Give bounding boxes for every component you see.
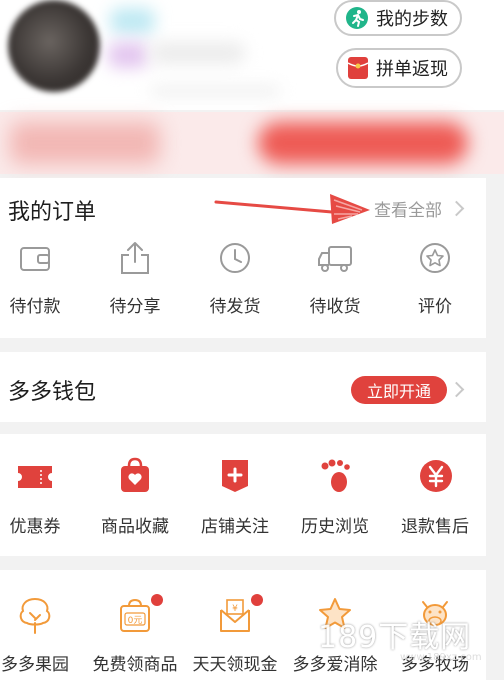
activity-item-label: 免费领商品	[92, 655, 178, 675]
orders-section: 我的订单 查看全部 待付款 待分享 待发货 待收货 评价	[0, 178, 486, 338]
profile-header: 我的步数 拼单返现	[0, 0, 504, 110]
running-person-icon	[346, 7, 368, 29]
order-item-label: 待发货	[209, 297, 261, 317]
order-item-pending-ship[interactable]: 待发货	[185, 240, 285, 320]
banner-text-blur	[10, 122, 160, 164]
clock-icon	[220, 243, 250, 273]
blurred-username	[110, 8, 155, 34]
activity-item-label: 天天领现金	[192, 655, 278, 675]
red-arrow-annotation	[214, 194, 370, 224]
refund-yen-icon	[420, 460, 452, 492]
review-star-icon	[420, 243, 450, 273]
notification-dot	[151, 594, 163, 606]
activate-wallet-button[interactable]: 立即开通	[351, 376, 447, 404]
service-item-label: 历史浏览	[301, 517, 369, 537]
view-all-label: 查看全部	[374, 201, 442, 221]
store-follow-icon	[222, 460, 248, 492]
cash-envelope-icon: ¥	[220, 599, 250, 632]
chevron-right-icon	[448, 200, 465, 217]
service-item-label: 商品收藏	[101, 517, 169, 537]
view-all-link[interactable]: 查看全部	[374, 196, 442, 221]
order-item-label: 评价	[418, 297, 452, 317]
order-item-pending-share[interactable]: 待分享	[85, 240, 185, 320]
promo-banner[interactable]	[0, 112, 504, 174]
order-item-pending-receive[interactable]: 待收货	[285, 240, 385, 320]
tree-icon	[19, 597, 51, 634]
free-goods-badge-text: 0元	[128, 616, 143, 626]
free-gift-bag-icon: 0元	[120, 598, 150, 632]
watermark: 189下载网	[318, 620, 472, 655]
activity-item-orchard[interactable]: 多多果园	[0, 596, 85, 680]
coupon-icon	[18, 466, 52, 488]
group-cashback-button[interactable]: 拼单返现	[336, 48, 462, 88]
order-item-label: 待收货	[309, 297, 361, 317]
order-item-label: 待付款	[9, 297, 61, 317]
my-steps-label: 我的步数	[376, 9, 448, 30]
order-item-label: 待分享	[109, 297, 161, 317]
blurred-badge	[108, 42, 148, 68]
wallet-icon	[20, 247, 50, 271]
footprint-icon	[321, 459, 350, 492]
group-cashback-label: 拼单返现	[376, 59, 448, 80]
favorite-bag-icon	[121, 457, 149, 492]
activity-item-free-goods[interactable]: 0元 免费领商品	[85, 594, 185, 680]
service-item-history[interactable]: 历史浏览	[285, 456, 385, 546]
order-item-pending-payment[interactable]: 待付款	[0, 240, 85, 320]
services-section: 优惠券 商品收藏 店铺关注 历史浏览 退款售后	[0, 434, 486, 556]
orders-title: 我的订单	[8, 200, 97, 225]
my-steps-button[interactable]: 我的步数	[334, 0, 462, 36]
service-item-favorites[interactable]: 商品收藏	[85, 456, 185, 546]
share-icon	[121, 242, 149, 274]
daily-cash-badge-text: ¥	[232, 604, 238, 614]
order-item-review[interactable]: 评价	[385, 240, 485, 320]
service-item-refund[interactable]: 退款售后	[385, 456, 485, 546]
activity-item-label: 多多果园	[1, 655, 69, 675]
wallet-title: 多多钱包	[8, 380, 97, 405]
banner-button-blur	[258, 122, 468, 164]
service-item-label: 优惠券	[9, 517, 61, 537]
red-envelope-icon	[347, 57, 369, 79]
activity-item-daily-cash[interactable]: ¥ 天天领现金	[185, 594, 285, 680]
blurred-info	[150, 42, 245, 64]
watermark-url: www.189xz.com	[400, 652, 482, 663]
service-item-coupon[interactable]: 优惠券	[0, 456, 85, 546]
blurred-line	[150, 86, 280, 96]
service-item-label: 店铺关注	[201, 517, 269, 537]
service-item-store-follow[interactable]: 店铺关注	[185, 456, 285, 546]
truck-icon	[318, 246, 352, 272]
service-item-label: 退款售后	[401, 517, 469, 537]
notification-dot	[251, 594, 263, 606]
avatar[interactable]	[8, 0, 100, 92]
